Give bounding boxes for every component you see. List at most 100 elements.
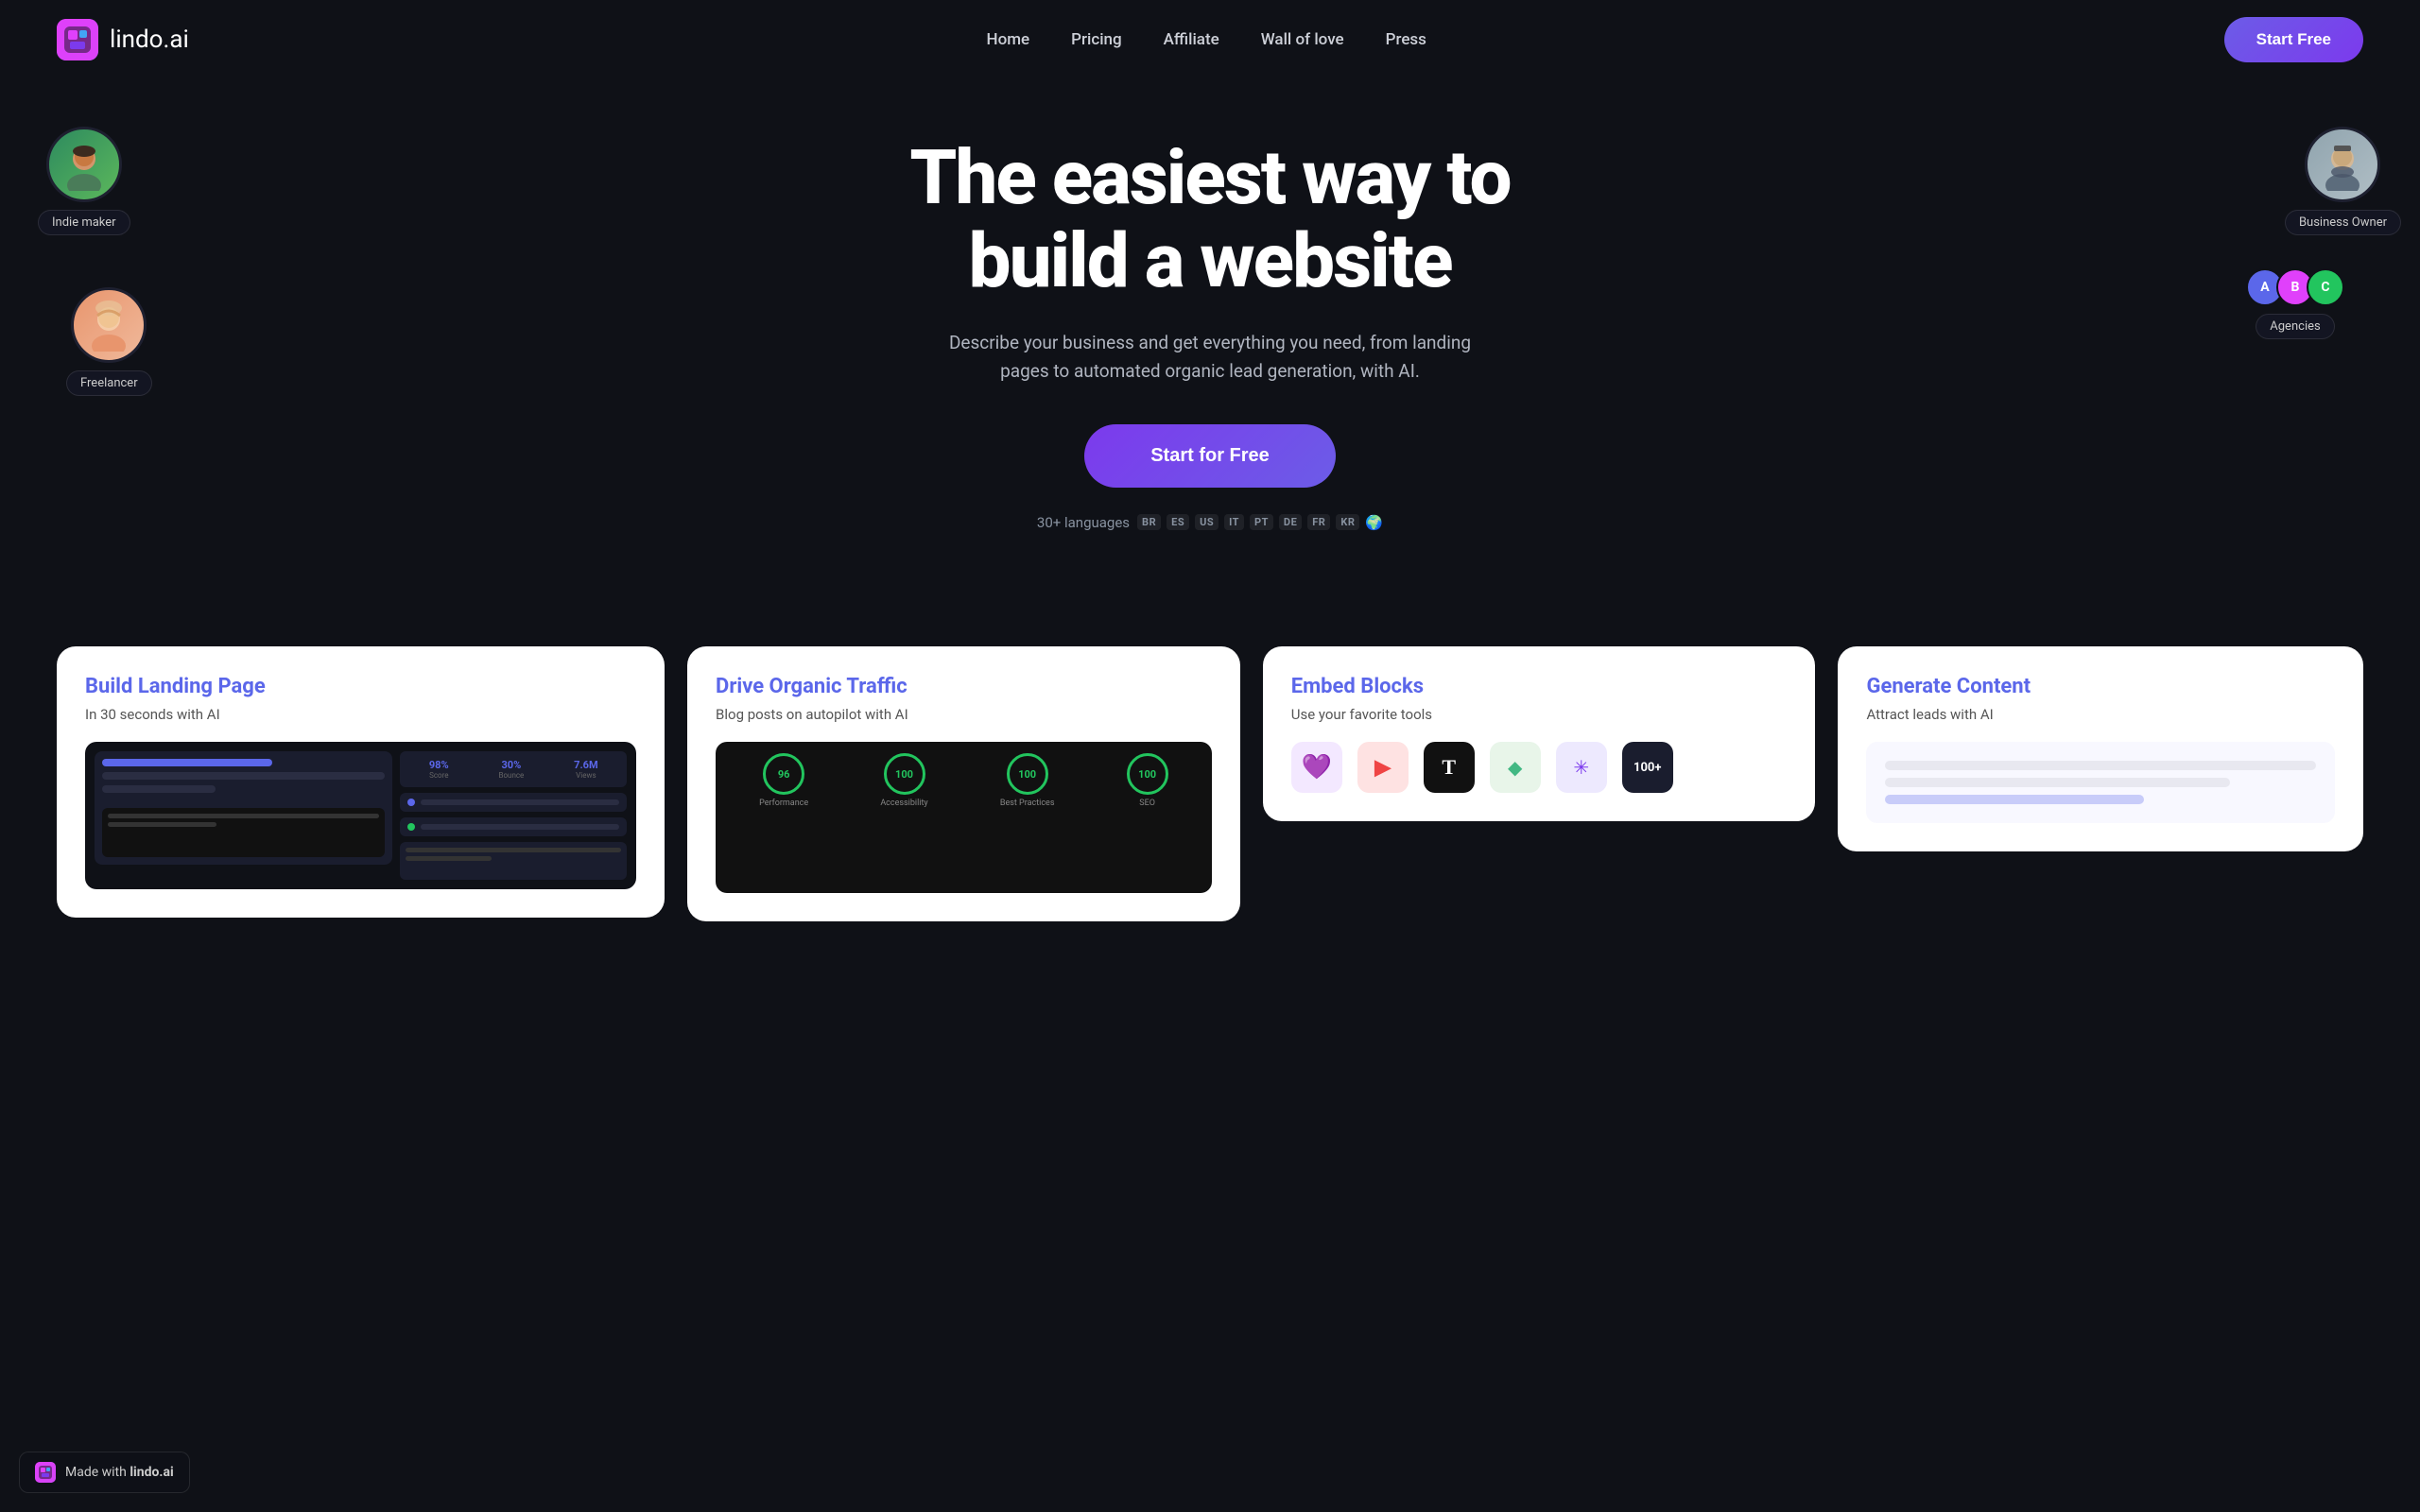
languages-row: 30+ languages BR ES US IT PT DE FR KR 🌍 bbox=[1037, 514, 1383, 531]
avatar-agencies-label: Agencies bbox=[2256, 314, 2334, 339]
logo-icon bbox=[57, 19, 98, 60]
preview-right-panel: 98% Score 30% Bounce 7.6M Views bbox=[400, 751, 627, 880]
card-drive-traffic: Drive Organic Traffic Blog posts on auto… bbox=[687, 646, 1240, 921]
stat-2: 30% Bounce bbox=[498, 759, 524, 780]
nav-links: Home Pricing Affiliate Wall of love Pres… bbox=[987, 30, 1426, 49]
score-accessibility: 100 Accessibility bbox=[880, 753, 927, 808]
traffic-preview: 96 Performance 100 Accessibility 100 Bes… bbox=[716, 742, 1212, 893]
vue-icon: ◆ bbox=[1490, 742, 1541, 793]
mini-text-1 bbox=[421, 799, 619, 805]
preview-inner-bar-1 bbox=[108, 814, 379, 818]
preview-left-panel bbox=[95, 751, 392, 865]
mini-card-2 bbox=[400, 817, 627, 836]
embed-icons-row: 💜 ▶ T ◆ ✳ 100+ bbox=[1291, 742, 1788, 793]
card-generate-content: Generate Content Attract leads with AI bbox=[1838, 646, 2363, 851]
score-label-accessibility: Accessibility bbox=[880, 799, 927, 808]
lang-it: IT bbox=[1224, 514, 1244, 530]
card-generate-title: Generate Content bbox=[1866, 675, 2335, 698]
avatar-freelancer: Freelancer bbox=[66, 287, 152, 396]
made-with-badge: Made with lindo.ai bbox=[19, 1452, 190, 1493]
nav-affiliate[interactable]: Affiliate bbox=[1164, 30, 1219, 49]
hero-title: The easiest way to build a website bbox=[909, 136, 1510, 302]
card-embed-subtitle: Use your favorite tools bbox=[1291, 706, 1788, 723]
nav-wall-of-love[interactable]: Wall of love bbox=[1261, 30, 1344, 49]
score-performance: 96 Performance bbox=[759, 753, 808, 808]
card-generate-subtitle: Attract leads with AI bbox=[1866, 706, 2335, 723]
mini-dot-1 bbox=[407, 799, 415, 806]
lang-es: ES bbox=[1167, 514, 1189, 530]
preview-inner-bar-2 bbox=[108, 822, 216, 827]
heart-icon: 💜 bbox=[1291, 742, 1342, 793]
typeform-t-icon: T bbox=[1424, 742, 1475, 793]
preview-accent-bar bbox=[102, 759, 272, 766]
hero-subtitle: Describe your business and get everythin… bbox=[926, 329, 1494, 387]
avatar-indie-maker: Indie maker bbox=[38, 127, 130, 235]
card-landing-subtitle: In 30 seconds with AI bbox=[85, 706, 636, 723]
navbar-cta-button[interactable]: Start Free bbox=[2224, 17, 2363, 62]
score-label-performance: Performance bbox=[759, 799, 808, 808]
card-embed-title: Embed Blocks bbox=[1291, 675, 1788, 698]
hero-cta-button[interactable]: Start for Free bbox=[1084, 424, 1336, 488]
hero-section: Indie maker Freelancer Busin bbox=[0, 79, 2420, 627]
nav-home[interactable]: Home bbox=[987, 30, 1030, 49]
youtube-icon: ▶ bbox=[1357, 742, 1409, 793]
lang-pt: PT bbox=[1250, 514, 1273, 530]
asterisk-icon: ✳ bbox=[1556, 742, 1607, 793]
card-traffic-title: Drive Organic Traffic bbox=[716, 675, 1212, 698]
card-embed-blocks: Embed Blocks Use your favorite tools 💜 ▶… bbox=[1263, 646, 1816, 821]
agencies-avatars: A B C bbox=[2246, 268, 2344, 306]
card-traffic-subtitle: Blog posts on autopilot with AI bbox=[716, 706, 1212, 723]
avatar-business-owner: Business Owner bbox=[2285, 127, 2401, 235]
mini-dot-2 bbox=[407, 823, 415, 831]
globe-icon: 🌍 bbox=[1365, 514, 1383, 531]
generate-lines bbox=[1885, 761, 2316, 804]
nav-press[interactable]: Press bbox=[1386, 30, 1426, 49]
preview-bar-2 bbox=[102, 785, 216, 793]
score-seo: 100 SEO bbox=[1127, 753, 1168, 808]
stat-1: 98% Score bbox=[429, 759, 449, 780]
score-label-best-practices: Best Practices bbox=[1000, 799, 1055, 808]
score-ring-accessibility: 100 bbox=[884, 753, 925, 795]
avatar-freelancer-label: Freelancer bbox=[66, 370, 152, 396]
preview-inner-screen bbox=[102, 808, 385, 857]
score-label-seo: SEO bbox=[1139, 799, 1155, 808]
lang-kr: KR bbox=[1336, 514, 1359, 530]
card-landing-title: Build Landing Page bbox=[85, 675, 636, 698]
made-with-logo-icon bbox=[35, 1462, 56, 1483]
card-landing-preview: 98% Score 30% Bounce 7.6M Views bbox=[85, 742, 636, 889]
lang-de: DE bbox=[1279, 514, 1302, 530]
lang-br: BR bbox=[1137, 514, 1161, 530]
avatar-business-label: Business Owner bbox=[2285, 210, 2401, 235]
stat-3: 7.6M Views bbox=[574, 759, 597, 780]
inner-preview-block bbox=[400, 842, 627, 880]
inner-bar-2 bbox=[406, 856, 492, 861]
gen-line-3 bbox=[1885, 795, 2143, 804]
card-build-landing: Build Landing Page In 30 seconds with AI… bbox=[57, 646, 665, 918]
nav-pricing[interactable]: Pricing bbox=[1071, 30, 1122, 49]
gen-line-2 bbox=[1885, 778, 2229, 787]
logo-text: lindo.ai bbox=[110, 26, 189, 54]
score-ring-seo: 100 bbox=[1127, 753, 1168, 795]
mini-card-1 bbox=[400, 793, 627, 812]
avatar-indie-label: Indie maker bbox=[38, 210, 130, 235]
embed-more-button: 100+ bbox=[1622, 742, 1673, 793]
avatar-agencies: A B C Agencies bbox=[2246, 268, 2344, 339]
languages-prefix: 30+ languages bbox=[1037, 514, 1130, 531]
gen-line-1 bbox=[1885, 761, 2316, 770]
lang-fr: FR bbox=[1307, 514, 1330, 530]
score-ring-best-practices: 100 bbox=[1007, 753, 1048, 795]
score-best-practices: 100 Best Practices bbox=[1000, 753, 1055, 808]
preview-bar-1 bbox=[102, 772, 385, 780]
feature-cards-section: Build Landing Page In 30 seconds with AI… bbox=[0, 627, 2420, 959]
generate-preview bbox=[1866, 742, 2335, 823]
logo[interactable]: lindo.ai bbox=[57, 19, 189, 60]
language-badges: BR ES US IT PT DE FR KR 🌍 bbox=[1137, 514, 1383, 531]
avatar-freelancer-img bbox=[71, 287, 147, 363]
score-ring-performance: 96 bbox=[763, 753, 804, 795]
scores-row: 96 Performance 100 Accessibility 100 Bes… bbox=[727, 753, 1201, 808]
navbar: lindo.ai Home Pricing Affiliate Wall of … bbox=[0, 0, 2420, 79]
avatar-business-img bbox=[2305, 127, 2380, 202]
made-with-text: Made with lindo.ai bbox=[65, 1465, 174, 1480]
lang-us: US bbox=[1195, 514, 1219, 530]
mini-text-2 bbox=[421, 824, 619, 830]
